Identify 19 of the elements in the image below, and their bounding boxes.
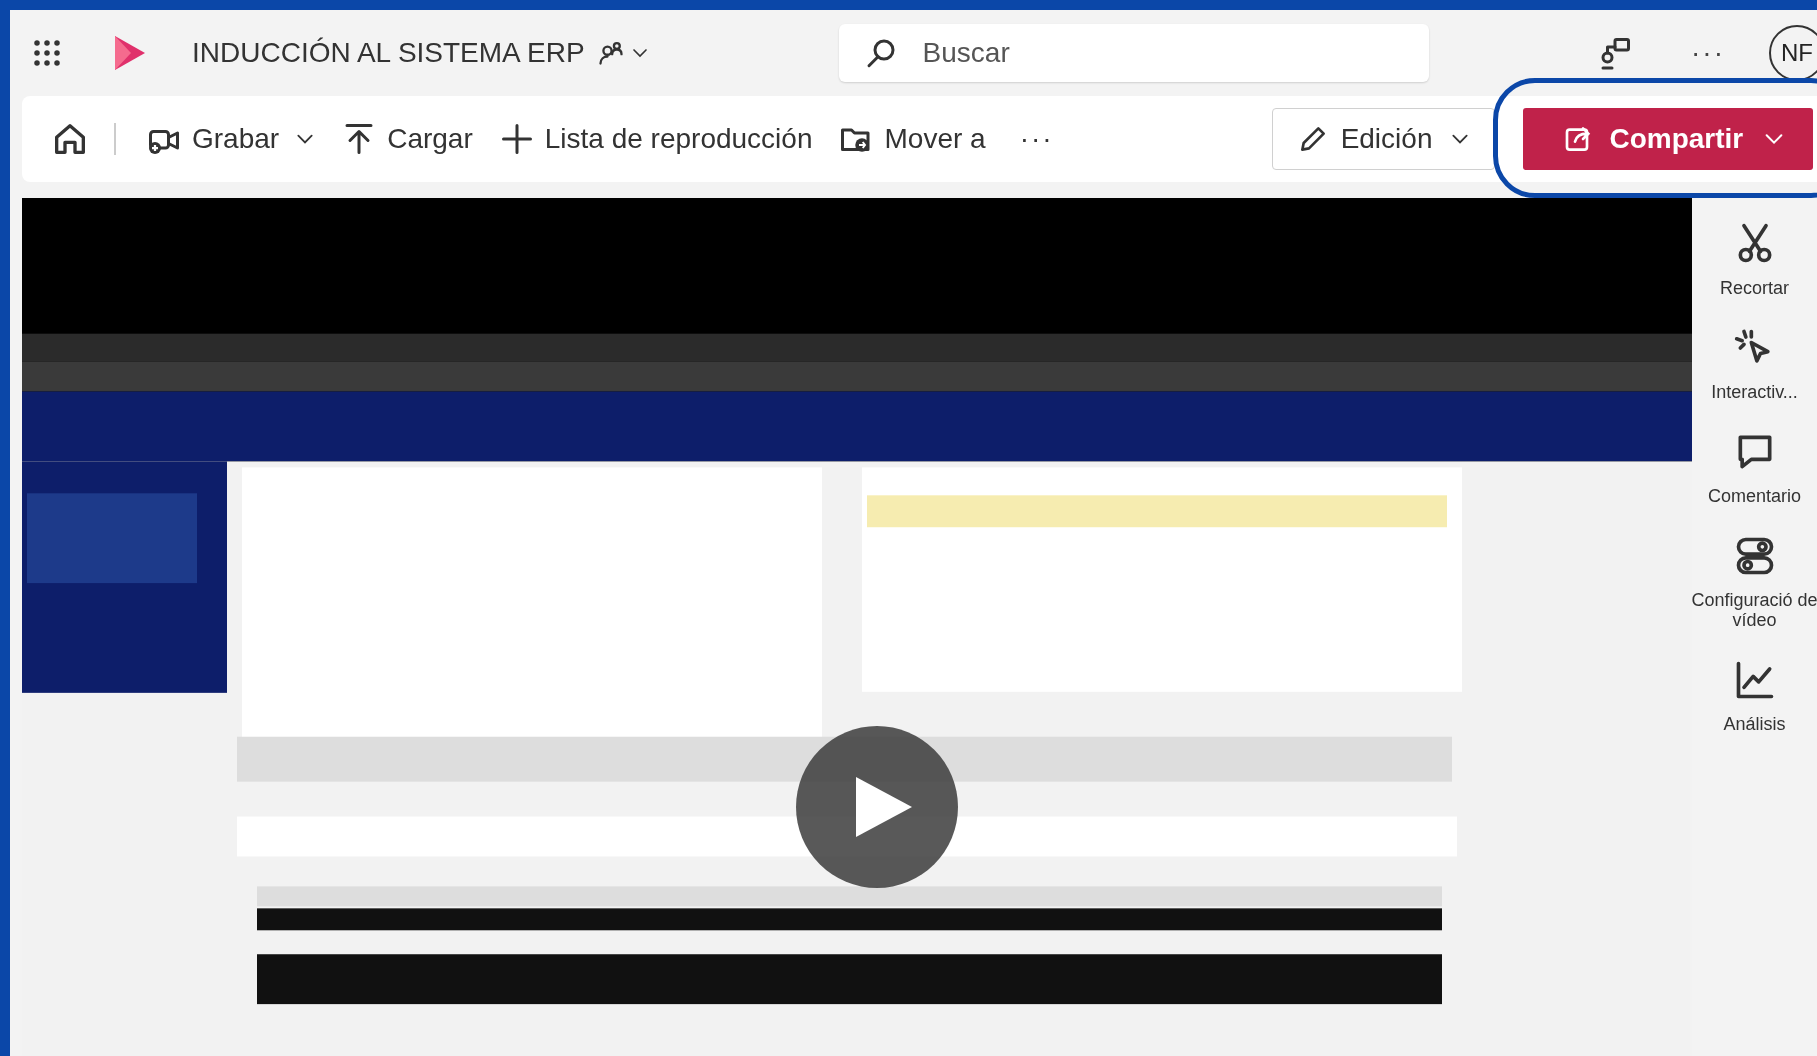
share-button[interactable]: Compartir [1523, 108, 1814, 170]
app-launcher-icon[interactable] [32, 38, 62, 68]
avatar[interactable]: NF [1769, 25, 1817, 81]
toolbar-button[interactable]: Mover a [838, 121, 986, 157]
side-panel-button[interactable]: Comentario [1692, 486, 1817, 506]
more-button[interactable]: ··· [1691, 37, 1725, 69]
side-panel-button[interactable]: Interactiv... [1692, 382, 1817, 402]
search-field[interactable]: Buscar [838, 24, 1429, 82]
side-panel-button[interactable]: Análisis [1692, 714, 1817, 734]
people-icon [596, 39, 625, 67]
side-panel-button[interactable]: Recortar [1692, 278, 1817, 298]
edit-button[interactable]: Edición [1271, 108, 1496, 170]
toolbar-button[interactable]: Grabar [146, 121, 316, 157]
toolbar-button[interactable]: Lista de reproducción [498, 121, 813, 157]
toolbar-button[interactable]: Cargar [341, 121, 473, 157]
play-icon [856, 777, 912, 837]
more-button[interactable]: ··· [1019, 123, 1054, 155]
side-panel-button[interactable]: Configuració de vídeo [1692, 590, 1817, 630]
video-title: INDUCCIÓN AL SISTEMA ERP [192, 37, 585, 69]
